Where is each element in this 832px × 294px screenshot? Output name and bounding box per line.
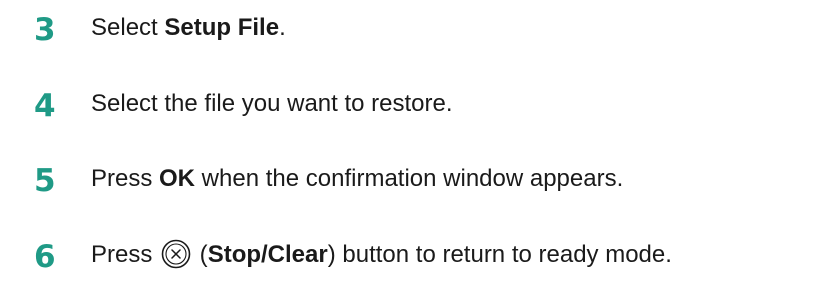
instruction-prefix: Press	[91, 241, 160, 268]
step-number: 6	[34, 239, 56, 275]
instruction-prefix: Select	[91, 14, 165, 41]
step-5: 5 Press OK when the confirmation window …	[0, 161, 832, 201]
step-number: 3	[34, 12, 56, 48]
step-number: 5	[34, 163, 56, 199]
step-instruction: Press (Stop/Clear) button to return to r…	[91, 237, 672, 273]
open-paren: (	[193, 241, 208, 268]
step-instruction: Select the file you want to restore.	[91, 90, 453, 117]
step-6: 6 Press (Stop/Clear) button to return to…	[0, 237, 832, 277]
instruction-suffix: when the confirmation window appears.	[195, 165, 624, 192]
step-number: 4	[34, 88, 56, 124]
step-4: 4 Select the file you want to restore.	[0, 86, 832, 126]
step-instruction: Select Setup File.	[91, 10, 286, 46]
instruction-suffix: .	[279, 14, 286, 41]
menu-item-name: Setup File	[164, 14, 280, 41]
button-name: Stop/Clear	[207, 241, 328, 268]
instruction-suffix: ) button to return to ready mode.	[327, 241, 672, 268]
instruction-prefix: Press	[91, 165, 160, 192]
stop-clear-button-icon	[161, 239, 191, 269]
step-instruction: Press OK when the confirmation window ap…	[91, 161, 623, 197]
step-3: 3 Select Setup File.	[0, 10, 832, 50]
button-name: OK	[159, 165, 196, 192]
